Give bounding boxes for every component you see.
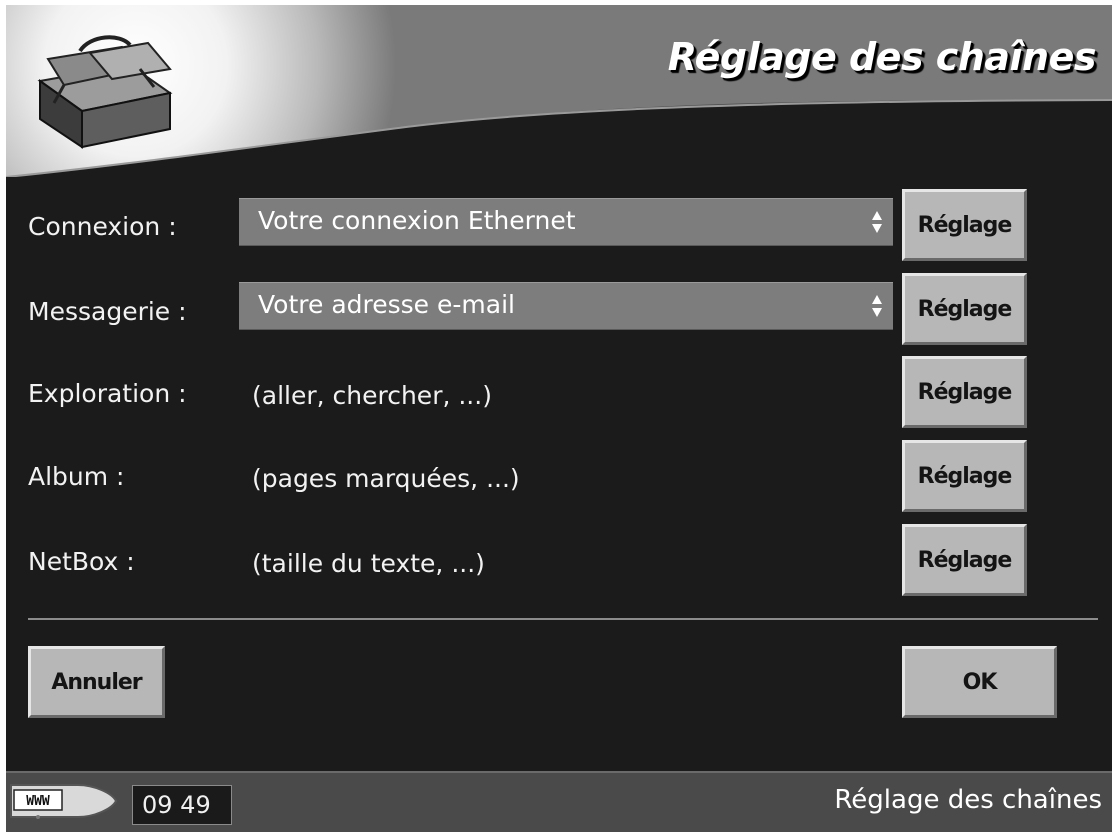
connexion-reglage-label: Réglage	[917, 212, 1013, 238]
connexion-select-value: Votre connexion Ethernet	[258, 206, 576, 235]
ok-button[interactable]: OK	[902, 646, 1057, 718]
album-description: (pages marquées, ...)	[252, 464, 520, 493]
www-badge-text: WWW	[26, 794, 50, 809]
www-badge-icon: WWW	[10, 784, 118, 819]
clock: 09 49	[132, 785, 232, 825]
netbox-reglage-label: Réglage	[917, 547, 1013, 573]
status-bar: WWW 09 49 Réglage des chaînes	[6, 771, 1112, 832]
messagerie-reglage-button[interactable]: Réglage	[902, 273, 1027, 345]
page-title: Réglage des chaînes	[667, 35, 1097, 79]
netbox-description: (taille du texte, ...)	[252, 549, 485, 578]
cancel-button-label: Annuler	[51, 669, 142, 695]
messagerie-select[interactable]: Votre adresse e-mail	[239, 282, 893, 330]
album-label: Album :	[28, 462, 125, 491]
ok-button-label: OK	[962, 669, 998, 695]
netbox-label: NetBox :	[28, 547, 135, 576]
divider	[28, 618, 1098, 620]
up-down-arrows-icon	[872, 295, 882, 317]
settings-screen: Réglage des chaînes Connexion : Votre co…	[6, 5, 1112, 832]
album-reglage-label: Réglage	[917, 463, 1013, 489]
connexion-label: Connexion :	[28, 212, 177, 241]
messagerie-label: Messagerie :	[28, 297, 187, 326]
connexion-reglage-button[interactable]: Réglage	[902, 189, 1027, 261]
up-down-arrows-icon	[872, 211, 882, 233]
messagerie-reglage-label: Réglage	[917, 296, 1013, 322]
exploration-reglage-button[interactable]: Réglage	[902, 356, 1027, 428]
header: Réglage des chaînes	[6, 5, 1112, 177]
toolbox-icon	[37, 35, 173, 149]
netbox-reglage-button[interactable]: Réglage	[902, 524, 1027, 596]
messagerie-select-value: Votre adresse e-mail	[258, 290, 515, 319]
exploration-reglage-label: Réglage	[917, 379, 1013, 405]
connexion-select[interactable]: Votre connexion Ethernet	[239, 198, 893, 246]
exploration-description: (aller, chercher, ...)	[252, 381, 492, 410]
exploration-label: Exploration :	[28, 379, 187, 408]
status-title: Réglage des chaînes	[834, 785, 1102, 815]
cancel-button[interactable]: Annuler	[28, 646, 165, 718]
album-reglage-button[interactable]: Réglage	[902, 440, 1027, 512]
